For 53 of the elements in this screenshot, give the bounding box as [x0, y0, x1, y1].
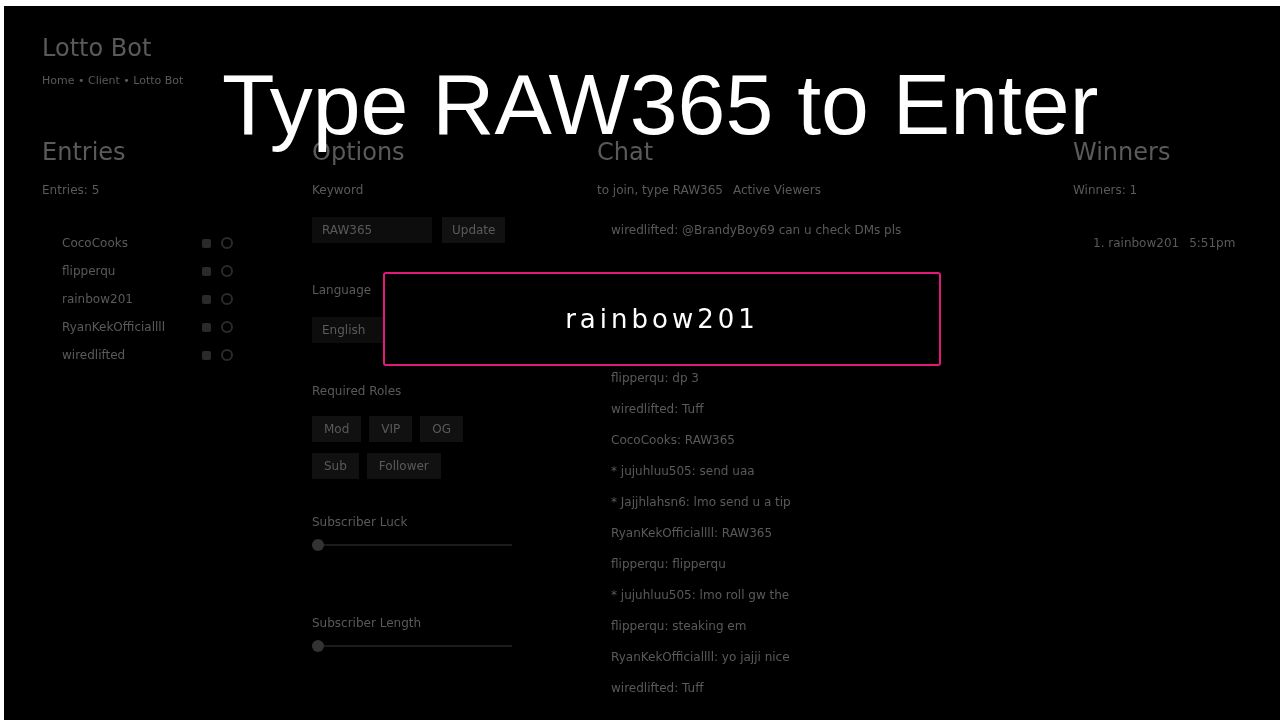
- app-title: Lotto Bot: [42, 34, 153, 62]
- language-select[interactable]: English: [312, 317, 384, 343]
- role-toggle[interactable]: Follower: [366, 453, 441, 479]
- message-icon[interactable]: [202, 238, 211, 248]
- chat-message: wiredlifted: @BrandyBoy69 can u check DMs pls: [610, 222, 902, 238]
- section-heading: Winners: [1073, 138, 1171, 166]
- field-label: Required Roles: [312, 383, 402, 399]
- chat-message: flipperqu: flipperqu: [610, 556, 726, 572]
- slider-thumb[interactable]: [312, 539, 324, 551]
- field-label: Keyword: [312, 182, 364, 198]
- block-icon[interactable]: [221, 265, 233, 277]
- chat-message: wiredlifted: Tuff: [610, 680, 704, 696]
- keyword-field[interactable]: RAW365: [312, 217, 432, 243]
- block-icon[interactable]: [221, 349, 233, 361]
- viewers-label: Active Viewers: [732, 182, 821, 198]
- breadcrumb: Home • Client • Lotto Bot: [42, 74, 185, 88]
- entry-name: CocoCooks: [62, 235, 129, 251]
- chat-message: flipperqu: steaking em: [610, 618, 747, 634]
- block-icon[interactable]: [221, 237, 233, 249]
- message-icon[interactable]: [202, 266, 211, 276]
- chat-message: CocoCooks: RAW365: [610, 432, 735, 448]
- entry-name: wiredlifted: [62, 347, 127, 363]
- chat-message: wiredlifted: Tuff: [610, 401, 704, 417]
- role-toggle[interactable]: VIP: [369, 416, 413, 442]
- winner-time: 5:51pm: [1189, 235, 1236, 251]
- chat-message: flipperqu: dp 3: [610, 370, 699, 386]
- update-button[interactable]: Update: [442, 217, 506, 243]
- role-toggle[interactable]: OG: [420, 416, 464, 442]
- chat-message: * jujuhluu505: send uaa: [610, 463, 755, 479]
- winners-count: Winners: 1: [1073, 182, 1138, 198]
- chat-message: RyanKekOfficiallll: RAW365: [610, 525, 773, 541]
- join-hint: to join, type RAW365: [597, 182, 723, 198]
- entry-name: flipperqu: [62, 263, 117, 279]
- slider-thumb[interactable]: [312, 640, 324, 652]
- role-toggle[interactable]: Sub: [312, 453, 359, 479]
- entry-name: RyanKekOfficiallll: [62, 319, 166, 335]
- entries-count: Entries: 5: [42, 182, 100, 198]
- slider-label: Subscriber Luck: [312, 514, 408, 530]
- section-heading: Entries: [42, 138, 126, 166]
- block-icon[interactable]: [221, 293, 233, 305]
- message-icon[interactable]: [202, 322, 211, 332]
- block-icon[interactable]: [221, 321, 233, 333]
- role-toggle[interactable]: Mod: [312, 416, 362, 442]
- winner-dialog: rainbow201: [383, 272, 941, 366]
- message-icon[interactable]: [202, 350, 211, 360]
- entry-name: rainbow201: [62, 291, 134, 307]
- slider-label: Subscriber Length: [312, 615, 422, 631]
- winner-name: 1. rainbow201: [1093, 235, 1180, 251]
- chat-message: RyanKekOfficiallll: yo jajji nice: [610, 649, 790, 665]
- message-icon[interactable]: [202, 294, 211, 304]
- chat-message: * jujuhluu505: lmo roll gw the: [610, 587, 790, 603]
- chat-message: * Jajjhlahsn6: lmo send u a tip: [610, 494, 791, 510]
- field-label: Language: [312, 282, 372, 298]
